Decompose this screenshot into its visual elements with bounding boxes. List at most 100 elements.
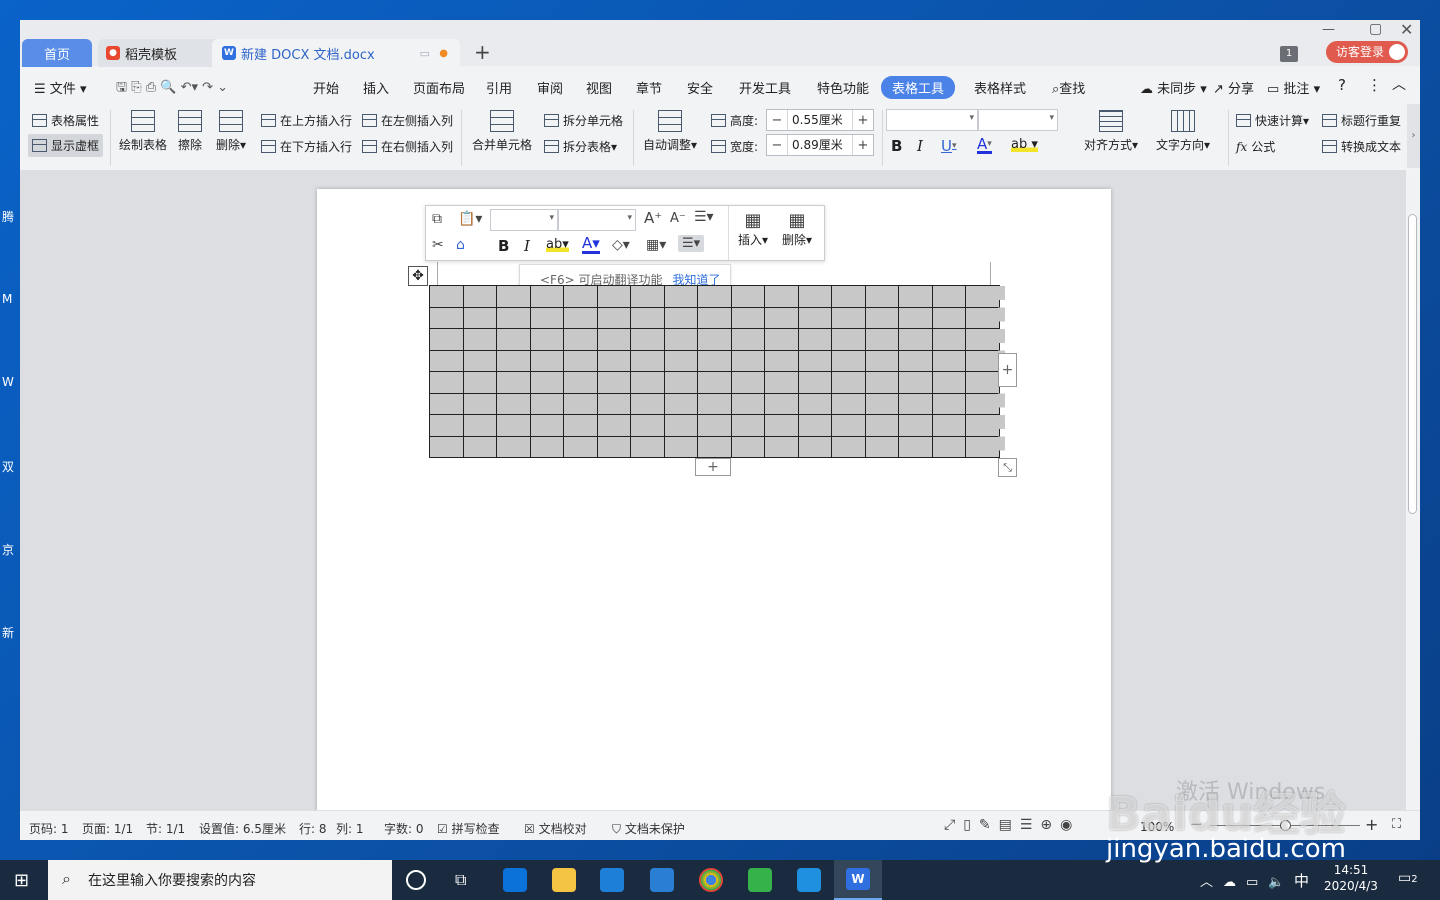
table-cell[interactable] xyxy=(865,307,899,329)
insert-row-above-button[interactable]: 在上方插入行 xyxy=(261,112,352,129)
table-cell[interactable] xyxy=(597,372,631,394)
table-cell[interactable] xyxy=(798,307,832,329)
spell-check-button[interactable]: ☑ 拼写检查 xyxy=(437,820,500,837)
table-cell[interactable] xyxy=(698,372,732,394)
table-cell[interactable] xyxy=(966,436,1000,458)
cut-icon[interactable]: ✂ xyxy=(432,237,444,253)
chrome-icon[interactable] xyxy=(699,868,723,892)
table-cell[interactable] xyxy=(798,350,832,372)
borders-icon[interactable]: ▦▾ xyxy=(646,237,666,253)
table-cell[interactable] xyxy=(932,372,966,394)
table-cell[interactable] xyxy=(798,393,832,415)
table-cell[interactable] xyxy=(966,393,1000,415)
float-align-icon[interactable]: ☰▾ xyxy=(678,235,705,252)
table-cell[interactable] xyxy=(530,393,564,415)
taskbar-search-box[interactable]: ⌕ 在这里输入你要搜索的内容 xyxy=(48,860,392,900)
table-cell[interactable] xyxy=(932,307,966,329)
menu-security[interactable]: 安全 xyxy=(687,78,713,97)
float-delete-button[interactable]: ▦ 删除▾ xyxy=(782,210,812,248)
table-cell[interactable] xyxy=(798,436,832,458)
table-cell[interactable] xyxy=(664,350,698,372)
window-count-badge[interactable]: 1 xyxy=(1280,46,1298,62)
table-cell[interactable] xyxy=(899,436,933,458)
table-cell[interactable] xyxy=(899,350,933,372)
proofread-button[interactable]: ☒ 文档校对 xyxy=(524,820,587,837)
font-color-button[interactable]: A ▾ xyxy=(977,137,992,154)
table-cell[interactable] xyxy=(497,393,531,415)
desktop-icon-label[interactable]: W xyxy=(2,375,20,389)
table-cell[interactable] xyxy=(597,350,631,372)
table-cell[interactable] xyxy=(631,436,665,458)
table-cell[interactable] xyxy=(430,329,464,351)
status-word-count[interactable]: 字数: 0 xyxy=(384,820,424,837)
table-cell[interactable] xyxy=(932,329,966,351)
store-icon[interactable] xyxy=(600,868,624,892)
table-cell[interactable] xyxy=(899,286,933,308)
shrink-font-icon[interactable]: A⁻ xyxy=(670,211,686,226)
menu-start[interactable]: 开始 xyxy=(313,78,339,97)
table-cell[interactable] xyxy=(597,393,631,415)
phone-app-icon[interactable] xyxy=(797,868,821,892)
table-cell[interactable] xyxy=(765,415,799,437)
table-cell[interactable] xyxy=(899,415,933,437)
float-insert-button[interactable]: ▦ 插入▾ xyxy=(738,210,768,248)
table-move-handle-icon[interactable]: ✥ xyxy=(408,266,428,286)
table-cell[interactable] xyxy=(765,307,799,329)
table-cell[interactable] xyxy=(430,286,464,308)
table-cell[interactable] xyxy=(966,350,1000,372)
table-cell[interactable] xyxy=(664,393,698,415)
split-cells-button[interactable]: 拆分单元格 xyxy=(544,112,623,129)
table-cell[interactable] xyxy=(731,436,765,458)
auto-fit-button[interactable]: 自动调整▾ xyxy=(643,110,697,153)
decrease-width-button[interactable]: − xyxy=(767,138,787,153)
table-cell[interactable] xyxy=(530,415,564,437)
table-cell[interactable] xyxy=(899,372,933,394)
table-properties-button[interactable]: 表格属性 xyxy=(32,112,99,129)
table-cell[interactable] xyxy=(664,286,698,308)
table-cell[interactable] xyxy=(631,286,665,308)
formula-button[interactable]: fx 公式 xyxy=(1236,138,1275,155)
table-cell[interactable] xyxy=(765,286,799,308)
menu-table-tools[interactable]: 表格工具 xyxy=(881,76,956,99)
table-cell[interactable] xyxy=(731,393,765,415)
table-cell[interactable] xyxy=(731,286,765,308)
table-cell[interactable] xyxy=(497,350,531,372)
table-cell[interactable] xyxy=(731,329,765,351)
table-cell[interactable] xyxy=(664,307,698,329)
table-cell[interactable] xyxy=(564,372,598,394)
add-row-button[interactable]: + xyxy=(695,458,731,476)
table-cell[interactable] xyxy=(832,372,866,394)
task-view-icon[interactable]: ⧉ xyxy=(455,870,466,890)
table-cell[interactable] xyxy=(731,307,765,329)
table-cell[interactable] xyxy=(631,415,665,437)
table-cell[interactable] xyxy=(564,350,598,372)
table-cell[interactable] xyxy=(798,372,832,394)
wps-taskbar-button[interactable]: W xyxy=(834,860,882,900)
help-button[interactable]: ? xyxy=(1338,76,1346,94)
decrease-height-button[interactable]: − xyxy=(767,113,787,128)
document-page[interactable]: ⧉ 📋▾ A⁺ A⁻ ☰▾ ✂ ⌂ B I ab▾ A▾ ◇▾ ▦▾ ☰▾ ▦ 插… xyxy=(317,189,1111,829)
table-cell[interactable] xyxy=(530,307,564,329)
table-cell[interactable] xyxy=(832,436,866,458)
desktop-icon-label[interactable]: 腾 xyxy=(2,208,20,225)
table-cell[interactable] xyxy=(463,307,497,329)
tab-docer[interactable]: ● 稻壳模板 xyxy=(98,39,224,67)
menu-page-layout[interactable]: 页面布局 xyxy=(413,78,465,97)
menu-table-style[interactable]: 表格样式 xyxy=(974,78,1026,97)
table-cell[interactable] xyxy=(430,350,464,372)
menu-chapter[interactable]: 章节 xyxy=(636,78,662,97)
table-cell[interactable] xyxy=(463,372,497,394)
underline-button[interactable]: U ▾ xyxy=(941,137,957,155)
ime-indicator[interactable]: 中 xyxy=(1294,870,1309,891)
eraser-button[interactable]: 擦除 xyxy=(178,110,202,153)
desktop-icon-label[interactable]: 京 xyxy=(2,541,20,558)
table-cell[interactable] xyxy=(865,393,899,415)
table-cell[interactable] xyxy=(463,436,497,458)
table-cell[interactable] xyxy=(631,307,665,329)
menu-view[interactable]: 视图 xyxy=(586,78,612,97)
sync-button[interactable]: ☁ 未同步 ▾ xyxy=(1140,78,1207,97)
table-cell[interactable] xyxy=(832,286,866,308)
draw-table-button[interactable]: 绘制表格 xyxy=(119,110,167,153)
table-cell[interactable] xyxy=(865,286,899,308)
table-cell[interactable] xyxy=(597,307,631,329)
